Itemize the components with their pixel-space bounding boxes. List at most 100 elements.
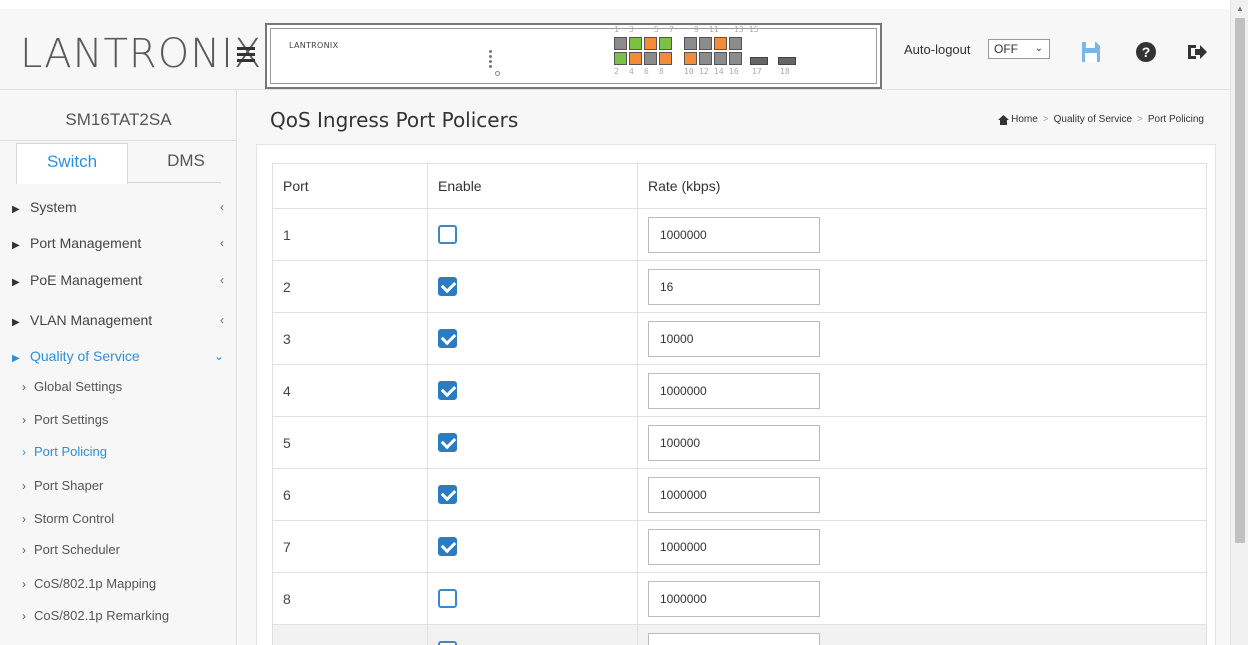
port-number-label: 13 <box>734 25 744 34</box>
enable-cell <box>427 364 638 417</box>
scrollbar-thumb[interactable] <box>1235 18 1245 543</box>
port-cell: 4 <box>272 364 428 417</box>
sidebar-item-vlan-management[interactable]: ▶ VLAN Management ‹ <box>12 308 224 332</box>
sidebar-tabs: Switch DMS <box>16 143 221 184</box>
port-cell: 7 <box>272 520 428 573</box>
auto-logout-select[interactable]: OFF ⌄ <box>988 39 1050 59</box>
logout-icon[interactable] <box>1186 42 1208 62</box>
sidebar-subitem-storm-control[interactable]: › Storm Control <box>22 508 222 530</box>
port-8[interactable] <box>659 52 672 65</box>
enable-checkbox[interactable] <box>438 641 457 645</box>
table-row: 3 <box>272 312 1207 365</box>
port-number-label: 17 <box>752 67 762 76</box>
sidebar-subitem-cos-remarking[interactable]: › CoS/802.1p Remarking <box>22 605 222 627</box>
caret-right-icon: ▶ <box>12 317 20 328</box>
tab-dms[interactable]: DMS <box>130 143 242 182</box>
rate-input[interactable] <box>648 476 820 513</box>
sfp-port-18[interactable] <box>778 57 796 65</box>
table-row: 4 <box>272 364 1207 417</box>
port-6[interactable] <box>644 52 657 65</box>
sidebar-subitem-port-shaper[interactable]: › Port Shaper <box>22 475 222 497</box>
rate-cell <box>637 312 1207 365</box>
rate-input[interactable] <box>648 632 820 645</box>
enable-checkbox[interactable] <box>438 381 457 400</box>
port-number-label: 14 <box>714 67 724 76</box>
logo-text: LANTRONIX <box>20 31 263 77</box>
chevron-left-icon: ‹ <box>220 200 224 214</box>
main-content: QoS Ingress Port Policers Home > Quality… <box>238 90 1230 645</box>
rate-cell <box>637 416 1207 469</box>
sidebar-item-system[interactable]: ▶ System ‹ <box>12 195 224 219</box>
content-panel: Port Enable Rate (kbps) 123456789 <box>256 144 1216 645</box>
rate-cell <box>637 572 1207 625</box>
sfp-port-17[interactable] <box>750 57 768 65</box>
rate-input[interactable] <box>648 528 820 565</box>
sidebar-item-quality-of-service[interactable]: ▶ Quality of Service ⌄ <box>12 344 224 368</box>
sidebar-subitem-global-settings[interactable]: › Global Settings <box>22 376 222 398</box>
port-number-label: 6 <box>644 67 649 76</box>
page-title: QoS Ingress Port Policers <box>270 108 519 132</box>
port-3[interactable] <box>629 37 642 50</box>
column-header-rate: Rate (kbps) <box>637 163 1207 209</box>
breadcrumb-quality-of-service[interactable]: Quality of Service <box>1054 114 1132 125</box>
sidebar-subitem-port-scheduler[interactable]: › Port Scheduler <box>22 539 222 561</box>
enable-checkbox[interactable] <box>438 485 457 504</box>
scroll-up-arrow-icon[interactable]: ▲ <box>1236 4 1244 13</box>
chevron-right-icon: › <box>22 609 26 623</box>
port-14[interactable] <box>714 52 727 65</box>
caret-right-icon: ▶ <box>12 204 20 215</box>
port-7[interactable] <box>659 37 672 50</box>
table-row: 8 <box>272 572 1207 625</box>
port-cell: 2 <box>272 260 428 313</box>
sidebar-subitem-label: Port Shaper <box>34 478 104 493</box>
sidebar-subitem-label: Storm Control <box>34 511 115 526</box>
port-number-label: 11 <box>709 25 719 34</box>
enable-checkbox[interactable] <box>438 329 457 348</box>
rate-cell <box>637 260 1207 313</box>
enable-checkbox[interactable] <box>438 433 457 452</box>
sidebar-subitem-port-settings[interactable]: › Port Settings <box>22 409 222 431</box>
enable-checkbox[interactable] <box>438 537 457 556</box>
port-2[interactable] <box>614 52 627 65</box>
rate-input[interactable] <box>648 424 820 461</box>
port-13[interactable] <box>714 37 727 50</box>
enable-checkbox[interactable] <box>438 225 457 244</box>
rate-input[interactable] <box>648 372 820 409</box>
breadcrumb-home[interactable]: Home <box>1011 114 1038 125</box>
tab-switch[interactable]: Switch <box>16 143 128 184</box>
lantronix-logo[interactable]: LANTRONIX ® <box>20 31 273 81</box>
port-11[interactable] <box>699 37 712 50</box>
save-icon[interactable] <box>1082 42 1100 62</box>
chevron-left-icon: ‹ <box>220 313 224 327</box>
port-number-label: 4 <box>629 67 634 76</box>
port-4[interactable] <box>629 52 642 65</box>
port-1[interactable] <box>614 37 627 50</box>
port-number-label: 2 <box>614 67 619 76</box>
rate-input[interactable] <box>648 320 820 357</box>
port-15[interactable] <box>729 37 742 50</box>
sidebar-item-port-management[interactable]: ▶ Port Management ‹ <box>12 231 224 255</box>
port-16[interactable] <box>729 52 742 65</box>
enable-checkbox[interactable] <box>438 589 457 608</box>
sidebar-subitem-port-policing[interactable]: › Port Policing <box>22 441 222 463</box>
rate-input[interactable] <box>648 580 820 617</box>
port-9[interactable] <box>684 37 697 50</box>
port-12[interactable] <box>699 52 712 65</box>
auto-logout-label: Auto-logout <box>904 42 971 57</box>
hamburger-menu-icon[interactable] <box>237 47 255 62</box>
page-scrollbar[interactable]: ▲ <box>1230 0 1248 645</box>
rate-cell <box>637 624 1207 645</box>
rate-input[interactable] <box>648 216 820 253</box>
port-cell: 3 <box>272 312 428 365</box>
port-5[interactable] <box>644 37 657 50</box>
rate-input[interactable] <box>648 268 820 305</box>
table-row: 2 <box>272 260 1207 313</box>
sidebar-item-label: PoE Management <box>30 272 143 288</box>
sidebar-item-poe-management[interactable]: ▶ PoE Management ‹ <box>12 268 224 292</box>
device-name: SM16TAT2SA <box>65 110 172 129</box>
port-10[interactable] <box>684 52 697 65</box>
sidebar-subitem-cos-mapping[interactable]: › CoS/802.1p Mapping <box>22 573 222 595</box>
enable-cell <box>427 416 638 469</box>
enable-checkbox[interactable] <box>438 277 457 296</box>
help-icon[interactable]: ? <box>1136 42 1156 62</box>
